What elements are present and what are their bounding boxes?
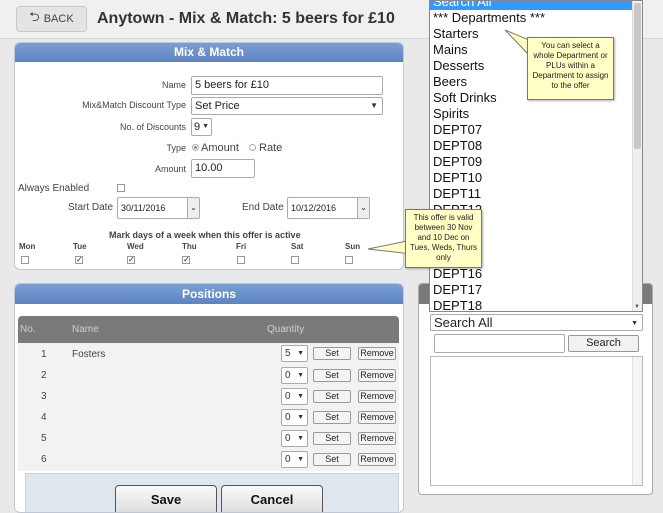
department-tooltip: You can select a whole Department or PLU… [527, 37, 614, 100]
date-tooltip: This offer is valid between 30 Nov and 1… [405, 209, 482, 268]
